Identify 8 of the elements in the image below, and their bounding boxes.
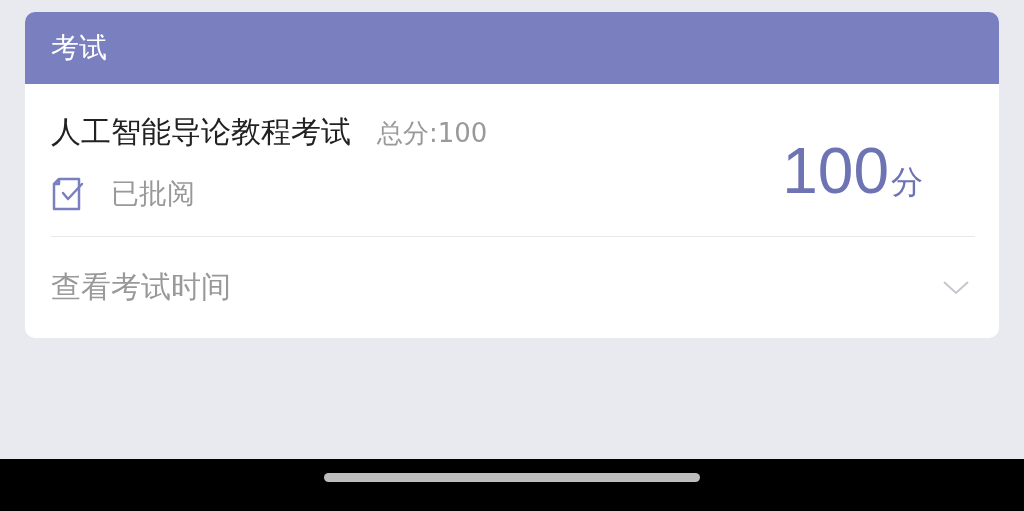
view-exam-time-toggle[interactable]: 查看考试时间 — [25, 237, 999, 338]
card-title: 考试 — [51, 30, 107, 66]
review-status: 已批阅 — [111, 176, 195, 212]
document-check-icon — [51, 176, 85, 212]
home-indicator[interactable] — [324, 472, 700, 482]
exam-title: 人工智能导论教程考试 — [51, 113, 351, 151]
total-score: 总分:100 — [377, 117, 488, 150]
score: 100分 — [782, 134, 923, 208]
